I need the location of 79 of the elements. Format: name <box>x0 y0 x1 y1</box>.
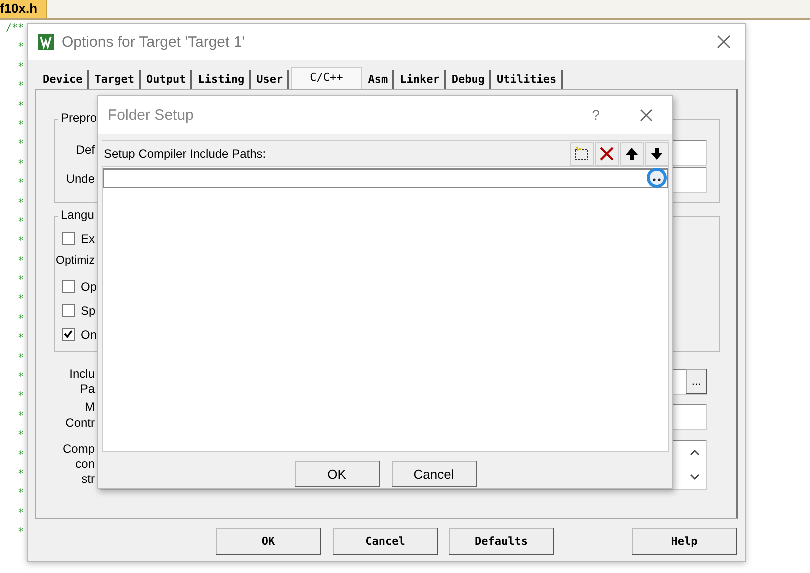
dialog-button[interactable]: OK <box>294 461 380 487</box>
tab[interactable]: Linker <box>396 70 446 89</box>
code-line: * <box>16 506 25 521</box>
checkbox[interactable] <box>62 280 75 293</box>
field-label: Pa <box>79 382 95 396</box>
move-down-icon[interactable] <box>645 142 669 166</box>
scroll-up-icon[interactable] <box>689 449 701 457</box>
code-line: * <box>16 216 25 230</box>
list-label: Setup Compiler Include Paths: <box>103 146 268 160</box>
code-line: /** <box>4 22 25 36</box>
browse-icon[interactable] <box>646 167 668 189</box>
help-button[interactable]: ? <box>592 107 600 123</box>
dialog-button[interactable]: OK <box>216 528 321 555</box>
group-title: Langu <box>58 208 98 222</box>
code-line: * <box>16 100 25 114</box>
tab[interactable]: Target <box>90 70 140 89</box>
code-line: * <box>16 526 25 540</box>
code-line: * <box>16 293 25 308</box>
field-label: Inclu <box>68 367 95 381</box>
browse-button[interactable]: ... <box>686 369 707 394</box>
tab[interactable]: Device <box>39 70 89 89</box>
delete-icon[interactable] <box>595 142 619 166</box>
code-line: * <box>16 118 25 133</box>
checkbox-label: Ex <box>81 232 96 246</box>
dialog-button[interactable]: Cancel <box>392 461 476 487</box>
checkbox[interactable] <box>62 328 75 341</box>
checkbox-label: On <box>81 328 98 342</box>
section-label: Optimiz <box>56 255 96 269</box>
tab[interactable]: Asm <box>364 70 394 89</box>
code-line: * <box>16 352 25 366</box>
code-line: * <box>16 312 25 327</box>
new-folder-icon[interactable] <box>570 142 594 166</box>
code-line: * <box>16 177 25 192</box>
code-line: * <box>16 487 25 502</box>
tab[interactable]: Output <box>142 70 192 89</box>
checkbox-label: Op <box>81 280 98 294</box>
checkbox-label: Sp <box>81 304 96 318</box>
tab[interactable]: Utilities <box>492 70 563 89</box>
code-line: * <box>16 332 25 346</box>
field-label: M <box>84 400 95 414</box>
move-up-icon[interactable] <box>620 142 644 166</box>
dialog-button[interactable]: Cancel <box>333 528 438 555</box>
code-line: * <box>16 468 25 482</box>
code-line: * <box>16 448 25 463</box>
dialog-button[interactable]: Help <box>632 528 737 555</box>
close-icon[interactable] <box>640 108 653 122</box>
tab[interactable]: Listing <box>194 70 251 89</box>
field-label: Contr <box>64 416 95 430</box>
code-line: * <box>16 371 25 386</box>
field-label: Unde <box>65 172 95 186</box>
dialog-title: Options for Target 'Target 1' <box>62 34 246 50</box>
checkbox[interactable] <box>62 304 75 317</box>
checkbox[interactable] <box>62 232 75 245</box>
field-label: Def <box>75 143 95 157</box>
close-icon[interactable] <box>717 35 731 49</box>
code-line: * <box>16 138 25 152</box>
code-line: * <box>16 80 25 94</box>
path-input-field[interactable] <box>103 168 668 188</box>
code-line: * <box>16 390 25 404</box>
dialog-button[interactable]: Defaults <box>449 528 554 555</box>
tab[interactable]: Debug <box>448 70 491 89</box>
app-icon <box>38 34 54 50</box>
tab[interactable]: User <box>252 70 290 89</box>
code-line: * <box>16 429 25 444</box>
tab[interactable]: C/C++ <box>291 67 362 89</box>
code-line: * <box>16 235 25 250</box>
field-label: str <box>80 472 95 486</box>
code-line: * <box>16 254 25 269</box>
code-line: * <box>16 274 25 288</box>
code-line: * <box>16 60 25 75</box>
field-label: con <box>74 457 95 471</box>
code-line: * <box>16 196 25 211</box>
code-line: * <box>16 158 25 172</box>
code-line: * <box>16 410 25 424</box>
scroll-down-icon[interactable] <box>689 473 701 481</box>
code-line: * <box>16 41 25 56</box>
field-label: Comp <box>62 442 95 456</box>
file-tab[interactable]: f10x.h <box>0 0 47 18</box>
dialog-title: Folder Setup <box>108 106 195 124</box>
